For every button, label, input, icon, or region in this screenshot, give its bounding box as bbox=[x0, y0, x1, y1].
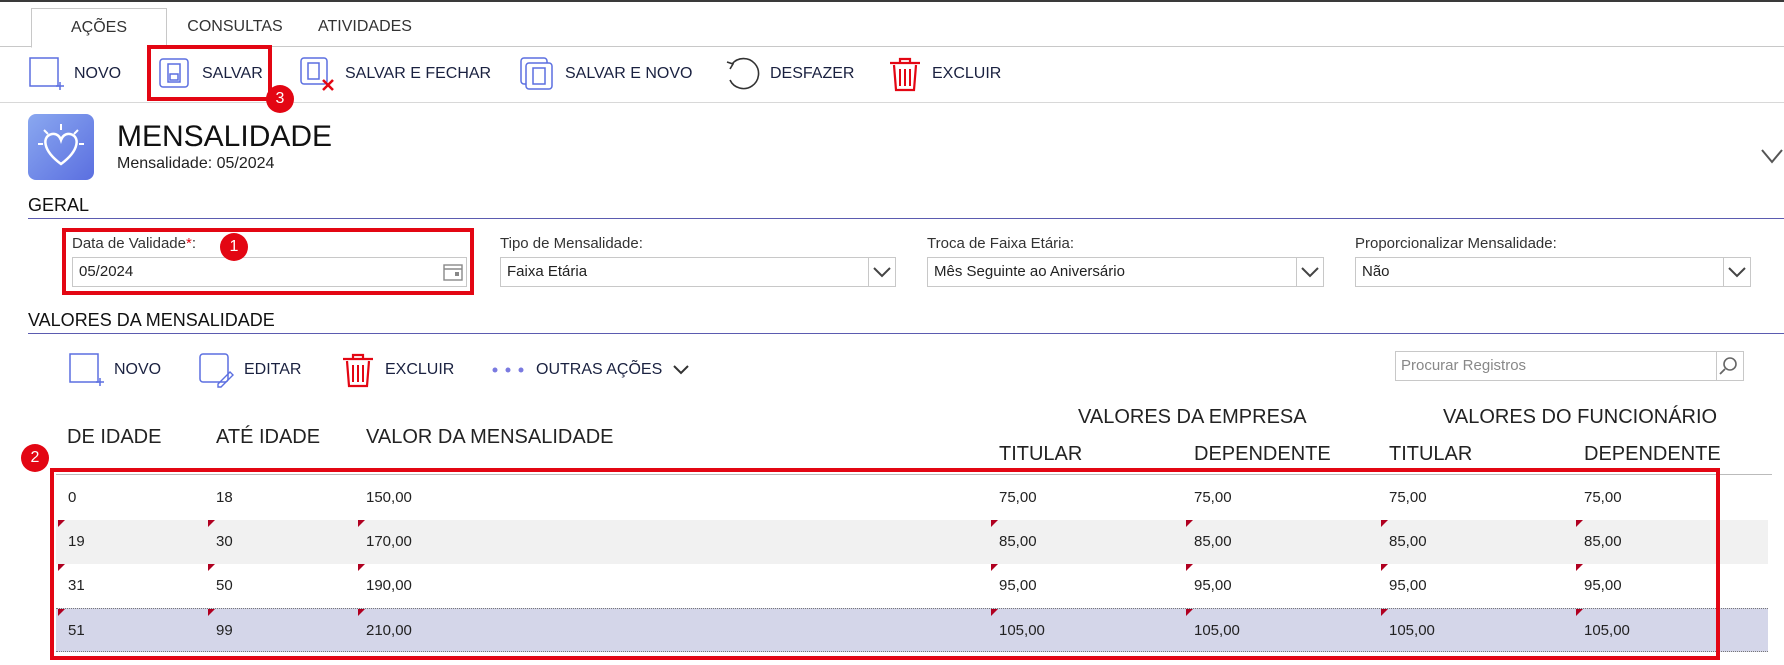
col-valor-mensalidade[interactable]: VALOR DA MENSALIDADE bbox=[366, 426, 613, 449]
page-subtitle: Mensalidade: 05/2024 bbox=[117, 155, 275, 172]
tab-acoes[interactable]: AÇÕES bbox=[31, 8, 167, 48]
outras-acoes-button[interactable]: OUTRAS AÇÕES bbox=[490, 348, 690, 392]
col-empresa-dependente[interactable]: DEPENDENTE bbox=[1194, 443, 1331, 466]
top-border bbox=[0, 0, 1784, 2]
chevron-down-icon bbox=[868, 258, 895, 286]
search-icon bbox=[1719, 357, 1737, 375]
grid-editar-button[interactable]: EDITAR bbox=[198, 348, 301, 392]
col-empresa-titular[interactable]: TITULAR bbox=[999, 443, 1082, 466]
tab-bar: AÇÕES CONSULTAS ATIVIDADES bbox=[0, 8, 1784, 48]
annotation-badge-1: 1 bbox=[220, 233, 248, 261]
grid-novo-button[interactable]: NOVO bbox=[68, 348, 161, 392]
highlight-salvar bbox=[147, 45, 272, 101]
chevron-down-icon bbox=[1723, 258, 1750, 286]
edit-icon bbox=[199, 353, 234, 388]
annotation-badge-3: 3 bbox=[266, 85, 294, 113]
tab-atividades[interactable]: ATIVIDADES bbox=[306, 8, 424, 46]
page-title: MENSALIDADE bbox=[117, 120, 333, 153]
heart-app-icon bbox=[28, 114, 94, 180]
tab-consultas[interactable]: CONSULTAS bbox=[176, 8, 294, 46]
grid-excluir-label: EXCLUIR bbox=[385, 361, 455, 378]
heart-icon bbox=[38, 124, 84, 166]
salvar-e-novo-button[interactable]: SALVAR E NOVO bbox=[519, 46, 692, 102]
save-close-icon bbox=[300, 57, 334, 91]
col-group-funcionario: VALORES DO FUNCIONÁRIO bbox=[1443, 406, 1718, 428]
grid-novo-label: NOVO bbox=[114, 361, 162, 378]
col-de-idade[interactable]: DE IDADE bbox=[67, 426, 161, 449]
desfazer-button[interactable]: DESFAZER bbox=[724, 46, 854, 102]
desfazer-label: DESFAZER bbox=[770, 65, 855, 82]
annotation-badge-2: 2 bbox=[21, 444, 49, 472]
troca-faixa-select[interactable]: Mês Seguinte ao Aniversário bbox=[927, 257, 1324, 287]
section-divider bbox=[28, 218, 1784, 219]
grid-editar-label: EDITAR bbox=[244, 361, 302, 378]
grid-excluir-button[interactable]: EXCLUIR bbox=[341, 348, 454, 392]
novo-button[interactable]: NOVO bbox=[28, 46, 121, 102]
chevron-down-icon bbox=[1296, 258, 1323, 286]
highlight-data-validade bbox=[62, 228, 474, 295]
chevron-down-icon[interactable] bbox=[1760, 146, 1784, 168]
excluir-button[interactable]: EXCLUIR bbox=[888, 46, 1001, 102]
trash-icon bbox=[343, 353, 373, 388]
proporcionalizar-label: Proporcionalizar Mensalidade: bbox=[1355, 235, 1557, 252]
section-divider bbox=[28, 333, 1784, 334]
troca-faixa-label: Troca de Faixa Etária: bbox=[927, 235, 1075, 252]
search-button[interactable] bbox=[1716, 352, 1743, 380]
novo-label: NOVO bbox=[74, 65, 122, 82]
section-valores-title: VALORES DA MENSALIDADE bbox=[28, 310, 275, 330]
save-new-icon bbox=[520, 57, 553, 90]
outras-acoes-label: OUTRAS AÇÕES bbox=[536, 361, 663, 378]
col-funcionario-titular[interactable]: TITULAR bbox=[1389, 443, 1472, 466]
col-group-empresa: VALORES DA EMPRESA bbox=[1078, 406, 1307, 428]
highlight-table-rows bbox=[50, 468, 1720, 660]
new-document-icon bbox=[29, 57, 64, 90]
section-geral-title: GERAL bbox=[28, 195, 90, 215]
proporcionalizar-select[interactable]: Não bbox=[1355, 257, 1751, 287]
new-document-icon bbox=[69, 353, 104, 386]
tipo-mensalidade-label: Tipo de Mensalidade: bbox=[500, 235, 643, 252]
col-funcionario-dependente[interactable]: DEPENDENTE bbox=[1584, 443, 1721, 466]
trash-icon bbox=[890, 57, 920, 92]
salvar-e-fechar-button[interactable]: SALVAR E FECHAR bbox=[299, 46, 491, 102]
salvar-e-fechar-label: SALVAR E FECHAR bbox=[345, 65, 492, 82]
search-input[interactable]: Procurar Registros bbox=[1395, 351, 1744, 381]
tipo-mensalidade-select[interactable]: Faixa Etária bbox=[500, 257, 896, 287]
excluir-label: EXCLUIR bbox=[932, 65, 1002, 82]
salvar-e-novo-label: SALVAR E NOVO bbox=[565, 65, 693, 82]
col-ate-idade[interactable]: ATÉ IDADE bbox=[216, 426, 320, 449]
undo-icon bbox=[726, 57, 760, 90]
chevron-down-icon bbox=[673, 365, 689, 375]
more-dots-icon bbox=[492, 367, 524, 373]
